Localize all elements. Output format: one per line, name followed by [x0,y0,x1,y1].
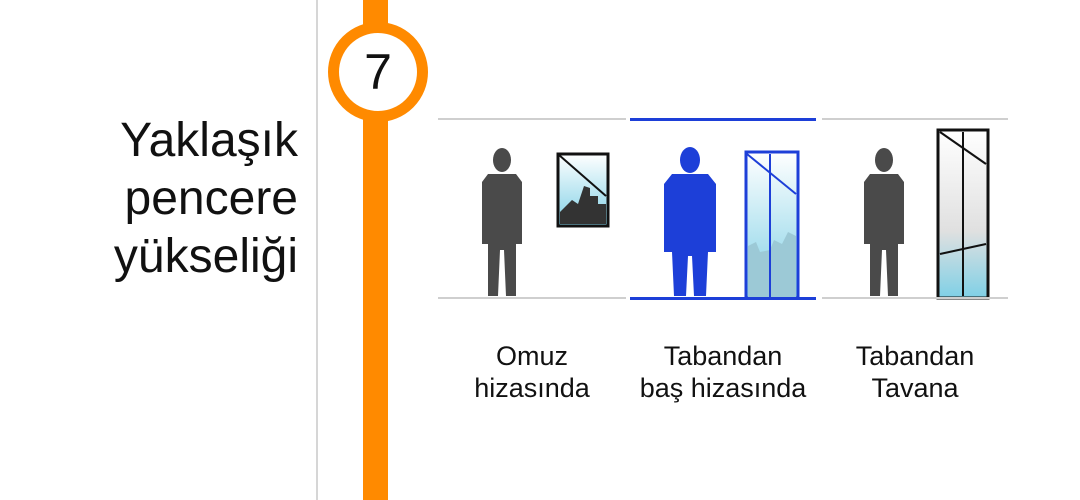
person-with-floor-to-ceiling-window-icon [864,128,990,300]
option-bottom-rule [438,297,626,299]
question-line-3: yükseliği [113,230,298,283]
option-bottom-rule [822,297,1008,299]
option-top-rule [822,118,1008,120]
option-label: Tabandan Tavana [812,340,1018,404]
option-top-rule [438,118,626,120]
option-label-line-1: Tabandan [663,341,783,371]
option-label-line-1: Omuz [495,341,568,371]
step-number: 7 [364,44,392,100]
option-shoulder-height[interactable]: Omuz hizasında [438,118,626,418]
vertical-divider [316,0,318,500]
option-floor-to-ceiling[interactable]: Tabandan Tavana [822,118,1008,418]
question-line-1: Yaklaşık [120,114,298,167]
question-line-2: pencere [124,172,298,225]
option-head-height[interactable]: Tabandan baş hizasında [630,118,816,418]
person-with-shoulder-height-window-icon [482,148,610,296]
option-label-line-2: Tavana [871,373,959,403]
person-with-head-height-window-icon [664,147,800,300]
option-label: Omuz hizasında [428,340,636,404]
step-number-badge: 7 [328,22,428,122]
option-label: Tabandan baş hizasında [620,340,826,404]
option-top-rule [630,118,816,121]
option-label-line-1: Tabandan [855,341,975,371]
question-title: Yaklaşık pencere yükseliği [40,112,298,286]
option-label-line-2: hizasında [474,373,590,403]
option-label-line-2: baş hizasında [639,373,807,403]
option-bottom-rule [630,297,816,300]
